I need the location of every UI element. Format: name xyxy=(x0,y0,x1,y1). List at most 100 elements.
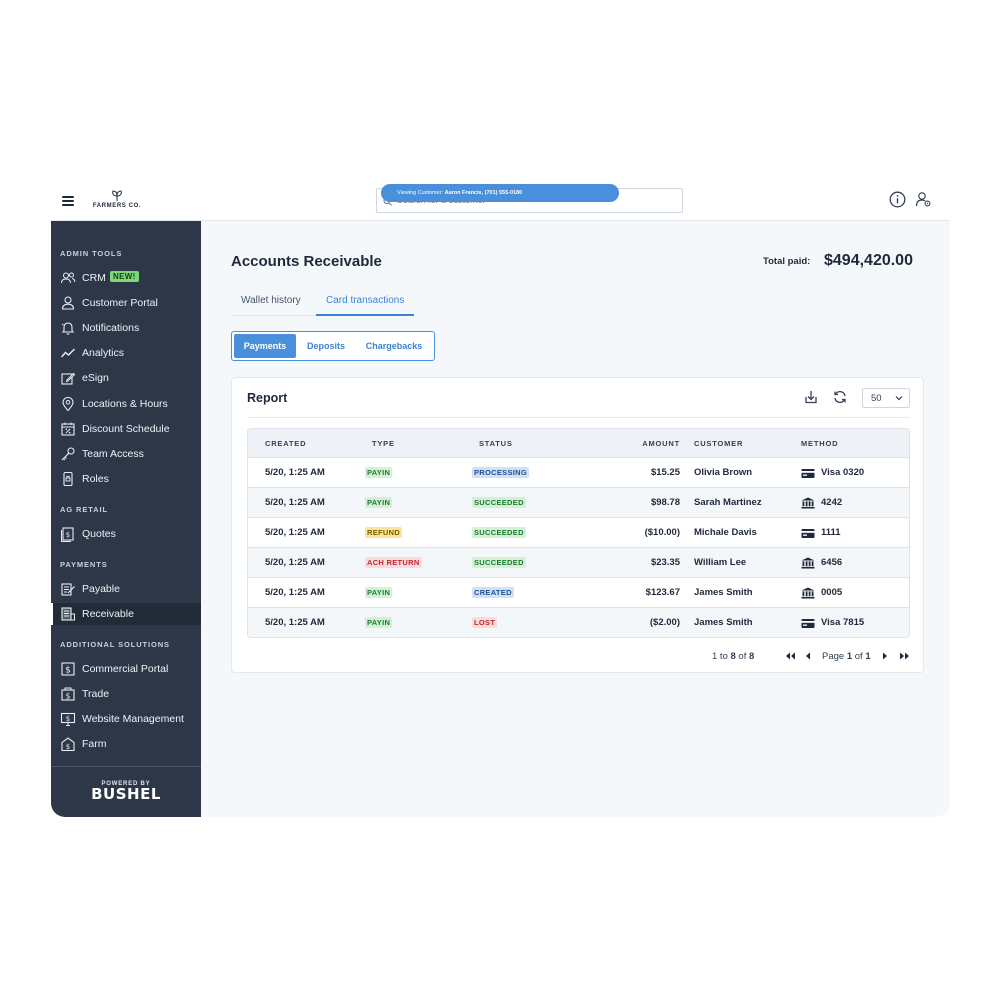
table-row[interactable]: 5/20, 1:25 AM PAYIN PROCESSING $15.25 Olivia… xyxy=(248,458,909,488)
type-badge: PAYIN xyxy=(365,587,393,598)
status-badge: CREATED xyxy=(472,587,514,598)
last-page-icon[interactable] xyxy=(899,652,910,660)
cell-created: 5/20, 1:25 AM xyxy=(265,497,325,508)
user-settings-icon[interactable] xyxy=(915,191,932,208)
menu-icon[interactable] xyxy=(62,196,74,206)
sidebar-item-locations-hours[interactable]: Locations & Hours xyxy=(51,393,201,415)
brand-logo[interactable]: FARMERS CO. xyxy=(91,190,143,209)
sidebar-item-team-access[interactable]: Team Access xyxy=(51,443,201,465)
pin-icon xyxy=(62,396,74,412)
method-icon xyxy=(801,616,815,634)
type-badge: PAYIN xyxy=(365,497,393,508)
segment-chargebacks[interactable]: Chargebacks xyxy=(356,334,432,358)
type-badge: REFUND xyxy=(365,527,403,538)
credit-card-icon xyxy=(801,619,815,628)
sidebar-item-roles[interactable]: Roles xyxy=(51,468,201,490)
sidebar-item-label: Analytics xyxy=(82,347,125,359)
tab-card-transactions[interactable]: Card transactions xyxy=(316,288,415,316)
previous-page-icon[interactable] xyxy=(805,652,811,660)
column-header-type[interactable]: TYPE xyxy=(372,439,395,448)
cell-amount: ($10.00) xyxy=(644,527,680,538)
sidebar-item-customer-portal[interactable]: Customer Portal xyxy=(51,292,201,314)
sidebar-item-payable[interactable]: Payable xyxy=(51,578,201,600)
transactions-table: CREATED TYPE STATUS AMOUNT CUSTOMER METH… xyxy=(247,428,910,638)
cell-customer: Sarah Martinez xyxy=(694,497,762,508)
cell-customer: James Smith xyxy=(694,617,753,628)
total-paid-value: $494,420.00 xyxy=(824,252,913,269)
brand-name: FARMERS CO. xyxy=(92,203,142,209)
segment-deposits[interactable]: Deposits xyxy=(298,334,354,358)
tab-wallet-history[interactable]: Wallet history xyxy=(231,288,311,316)
column-header-customer[interactable]: CUSTOMER xyxy=(694,439,743,448)
trade-icon: $ xyxy=(61,687,75,701)
sidebar-item-label: CRM xyxy=(82,272,106,284)
svg-text:$: $ xyxy=(66,743,70,751)
sidebar-item-analytics[interactable]: Analytics xyxy=(51,342,201,364)
sidebar-item-esign[interactable]: eSign xyxy=(51,367,201,389)
sidebar-item-website-management[interactable]: $ Website Management xyxy=(51,708,201,730)
sidebar-item-trade[interactable]: $ Trade xyxy=(51,683,201,705)
download-icon[interactable] xyxy=(802,388,820,406)
bell-icon xyxy=(61,322,75,335)
cell-created: 5/20, 1:25 AM xyxy=(265,557,325,568)
refresh-icon[interactable] xyxy=(831,388,849,406)
sidebar-section-admin-tools: ADMIN TOOLS xyxy=(60,249,123,258)
barn-icon: $ xyxy=(61,737,75,752)
pagination-page: Page 1 of 1 xyxy=(822,651,871,662)
bank-icon xyxy=(801,557,815,569)
table-row[interactable]: 5/20, 1:25 AM PAYIN LOST ($2.00) James Smith… xyxy=(248,608,909,637)
trend-icon xyxy=(60,348,75,358)
column-header-amount[interactable]: AMOUNT xyxy=(642,439,680,448)
page-size-select[interactable]: 50 xyxy=(862,388,910,408)
report-title: Report xyxy=(247,391,288,405)
sidebar-item-label: Farm xyxy=(82,738,107,750)
sidebar-section-additional-solutions: ADDITIONAL SOLUTIONS xyxy=(60,640,170,649)
sidebar-item-notifications[interactable]: Notifications xyxy=(51,317,201,339)
svg-text:$: $ xyxy=(66,692,71,701)
viewing-customer-name: Aaron Francis, (701) 555-0180 xyxy=(444,190,523,196)
sidebar-item-label: Commercial Portal xyxy=(82,663,169,675)
table-row[interactable]: 5/20, 1:25 AM PAYIN CREATED $123.67 James Sm… xyxy=(248,578,909,608)
column-header-method[interactable]: METHOD xyxy=(801,439,838,448)
calendar-percent-icon xyxy=(61,422,75,436)
sidebar-item-receivable[interactable]: Receivable xyxy=(51,603,201,625)
sidebar-item-commercial-portal[interactable]: $ Commercial Portal xyxy=(51,658,201,680)
dollar-doc-icon: $ xyxy=(61,662,75,676)
svg-text:$: $ xyxy=(66,715,70,723)
type-badge: ACH RETURN xyxy=(365,557,422,568)
first-page-icon[interactable] xyxy=(785,652,796,660)
report-header-divider xyxy=(247,417,910,418)
table-row[interactable]: 5/20, 1:25 AM PAYIN SUCCEEDED $98.78 Sarah M… xyxy=(248,488,909,518)
method-icon xyxy=(801,526,815,544)
status-badge: SUCCEEDED xyxy=(472,527,526,538)
pager-from: 1 xyxy=(712,651,718,662)
type-badge: PAYIN xyxy=(365,617,393,628)
table-row[interactable]: 5/20, 1:25 AM REFUND SUCCEEDED ($10.00) Mich… xyxy=(248,518,909,548)
sidebar-item-quotes[interactable]: $ Quotes xyxy=(51,523,201,545)
pager-current-page: 1 xyxy=(846,651,853,662)
sidebar-item-crm[interactable]: CRM NEW! xyxy=(51,267,201,289)
key-icon xyxy=(61,447,75,461)
column-header-status[interactable]: STATUS xyxy=(479,439,513,448)
svg-text:$: $ xyxy=(65,666,71,676)
info-icon[interactable] xyxy=(889,191,906,208)
cell-created: 5/20, 1:25 AM xyxy=(265,587,325,598)
cell-method: Visa 0320 xyxy=(821,467,865,478)
column-header-created[interactable]: CREATED xyxy=(265,439,306,448)
sidebar-item-label: Notifications xyxy=(82,322,140,334)
cell-created: 5/20, 1:25 AM xyxy=(265,527,325,538)
bushel-wordmark: BUSHEL xyxy=(91,785,161,803)
payable-icon xyxy=(61,583,75,596)
next-page-icon[interactable] xyxy=(882,652,888,660)
status-badge: PROCESSING xyxy=(472,467,530,478)
table-row[interactable]: 5/20, 1:25 AM ACH RETURN SUCCEEDED $23.35 Wi… xyxy=(248,548,909,578)
sidebar-item-farm[interactable]: $ Farm xyxy=(51,733,201,755)
sidebar-section-payments: PAYMENTS xyxy=(60,560,108,569)
sidebar-item-label: Team Access xyxy=(82,448,144,460)
sidebar-item-discount-schedule[interactable]: Discount Schedule xyxy=(51,418,201,440)
chevron-down-icon xyxy=(895,396,903,401)
credit-card-icon xyxy=(801,529,815,538)
cell-method: 0005 xyxy=(821,587,843,598)
app-window: FARMERS CO. Viewing Customer: Aaron Fran… xyxy=(51,180,950,817)
segment-payments[interactable]: Payments xyxy=(234,334,296,358)
